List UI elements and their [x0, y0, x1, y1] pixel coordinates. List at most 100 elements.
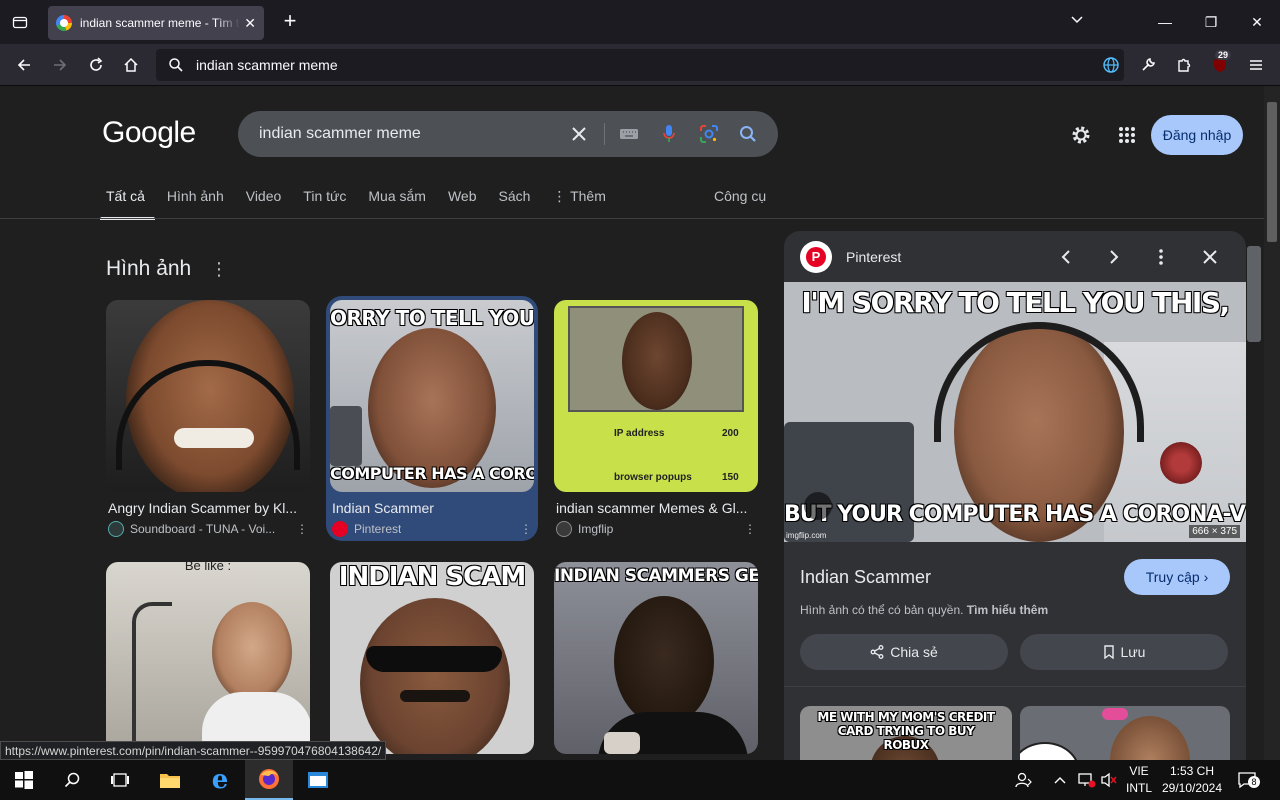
minimize-button[interactable]: — — [1142, 0, 1188, 44]
browser-tab[interactable]: indian scammer meme - Tìm trên Google ✕ — [48, 6, 264, 40]
result-title[interactable]: indian scammer Memes & Gl... — [556, 500, 756, 516]
image-result-5[interactable]: INDIAN SCAM — [330, 562, 534, 754]
google-logo[interactable]: Google — [102, 116, 196, 150]
menu-hamburger-icon[interactable] — [1244, 53, 1268, 77]
more-vert-icon[interactable] — [1149, 245, 1173, 269]
notification-count: 8 — [1248, 776, 1260, 788]
forward-arrow-icon[interactable] — [48, 53, 72, 77]
image-result-4[interactable]: Be like : — [106, 562, 310, 754]
task-view-icon[interactable] — [96, 760, 144, 800]
image-result-2[interactable]: ORRY TO TELL YOU TH COMPUTER HAS A CORON… — [330, 300, 534, 537]
start-windows-icon[interactable] — [0, 760, 48, 800]
tab-list-icon[interactable] — [8, 10, 32, 34]
panel-title[interactable]: Indian Scammer — [800, 567, 931, 588]
search-input[interactable]: indian scammer meme — [238, 111, 778, 157]
panel-divider — [784, 686, 1246, 687]
input-language[interactable]: VIE INTL — [1124, 763, 1154, 797]
tab-videos[interactable]: Video — [246, 188, 282, 218]
search-icon[interactable] — [737, 123, 759, 145]
maximize-button[interactable]: ❐ — [1188, 0, 1234, 44]
close-tab-icon[interactable]: ✕ — [244, 15, 256, 32]
language-code: VIE — [1129, 764, 1149, 778]
header-divider — [0, 218, 1264, 219]
result-source[interactable]: Soundboard - TUNA - Voi... — [130, 522, 275, 536]
back-arrow-icon[interactable] — [12, 53, 36, 77]
close-panel-icon[interactable] — [1198, 245, 1222, 269]
tab-all[interactable]: Tất cả — [100, 188, 155, 220]
result-thumbnail[interactable]: ORRY TO TELL YOU TH COMPUTER HAS A CORON… — [330, 300, 534, 492]
image-dimensions: 666 × 375 — [1189, 525, 1240, 538]
save-button[interactable]: Lưu — [1020, 634, 1228, 670]
keyboard-icon[interactable] — [618, 123, 640, 145]
share-button[interactable]: Chia sẻ — [800, 634, 1008, 670]
more-options-icon[interactable]: ⋮ — [296, 522, 308, 536]
image-result-3[interactable]: IP address 200 browser popups 150 indian… — [554, 300, 758, 537]
system-clock[interactable]: 1:53 CH 29/10/2024 — [1157, 763, 1227, 797]
tab-more[interactable]: ⋮ Thêm — [552, 188, 605, 218]
page-scrollbar[interactable] — [1264, 86, 1280, 760]
panel-scrollbar[interactable] — [1246, 232, 1262, 760]
search-icon[interactable] — [48, 760, 96, 800]
reload-icon[interactable] — [84, 53, 108, 77]
app-window-icon[interactable] — [294, 760, 342, 800]
section-more-icon[interactable]: ⋮ — [210, 260, 228, 280]
related-image-2[interactable] — [1020, 706, 1230, 760]
lens-search-icon[interactable] — [804, 492, 832, 520]
tab-web[interactable]: Web — [448, 188, 477, 218]
result-source[interactable]: Pinterest — [354, 522, 401, 536]
network-icon[interactable] — [1076, 770, 1096, 790]
address-bar[interactable]: indian scammer meme — [156, 49, 1124, 81]
learn-more-link[interactable]: Tìm hiểu thêm — [967, 603, 1048, 617]
next-arrow-icon[interactable] — [1102, 245, 1126, 269]
pinterest-logo-icon[interactable]: P — [800, 240, 832, 273]
keyboard-layout: INTL — [1125, 781, 1152, 795]
thumb-stat-label-2: browser popups — [614, 472, 692, 483]
more-options-icon[interactable]: ⋮ — [520, 522, 532, 536]
apps-grid-icon[interactable] — [1115, 123, 1139, 147]
microphone-icon[interactable] — [658, 123, 680, 145]
result-thumbnail[interactable] — [106, 300, 310, 492]
translate-globe-icon[interactable] — [1102, 56, 1120, 79]
panel-source[interactable]: Pinterest — [846, 249, 901, 265]
tab-news[interactable]: Tin tức — [303, 188, 346, 218]
firefox-icon[interactable] — [245, 760, 293, 800]
tools-button[interactable]: Công cụ — [714, 188, 766, 204]
chevron-up-icon[interactable] — [1053, 770, 1067, 790]
extensions-puzzle-icon[interactable] — [1172, 53, 1196, 77]
internet-explorer-icon[interactable]: e — [196, 760, 244, 800]
more-options-icon[interactable]: ⋮ — [744, 522, 756, 536]
result-thumbnail[interactable]: INDIAN SCAM — [330, 562, 534, 754]
google-favicon-icon — [56, 15, 72, 31]
people-icon[interactable] — [1015, 770, 1033, 790]
result-title[interactable]: Angry Indian Scammer by Kl... — [108, 500, 308, 516]
home-icon[interactable] — [119, 53, 143, 77]
related-image-1[interactable]: ME WITH MY MOM'S CREDIT CARD TRYING TO B… — [800, 706, 1012, 760]
notifications-icon[interactable]: 8 — [1238, 770, 1260, 790]
tab-books[interactable]: Sách — [499, 188, 531, 218]
save-label: Lưu — [1120, 644, 1146, 660]
close-window-button[interactable]: ✕ — [1234, 0, 1280, 44]
search-query[interactable]: indian scammer meme — [259, 125, 421, 143]
google-lens-icon[interactable] — [698, 123, 720, 145]
result-thumbnail[interactable]: IP address 200 browser popups 150 — [554, 300, 758, 492]
settings-gear-icon[interactable] — [1069, 123, 1093, 147]
result-source[interactable]: Imgflip — [578, 522, 613, 536]
chevron-down-icon[interactable] — [1070, 12, 1092, 32]
image-result-1[interactable]: Angry Indian Scammer by Kl... Soundboard… — [106, 300, 310, 537]
thumb-caption: INDIAN SCAMMERS GETTIN — [554, 566, 758, 586]
previous-arrow-icon[interactable] — [1054, 245, 1078, 269]
result-title[interactable]: Indian Scammer — [332, 500, 532, 516]
file-explorer-icon[interactable] — [146, 760, 194, 800]
preview-image[interactable]: I'M SORRY TO TELL YOU THIS, BUT YOUR COM… — [784, 282, 1246, 542]
clear-icon[interactable] — [568, 123, 590, 145]
tab-shopping[interactable]: Mua sắm — [368, 188, 426, 218]
new-tab-button[interactable]: + — [278, 10, 302, 34]
result-thumbnail[interactable]: Be like : — [106, 562, 310, 754]
result-thumbnail[interactable]: INDIAN SCAMMERS GETTIN — [554, 562, 758, 754]
image-result-6[interactable]: INDIAN SCAMMERS GETTIN — [554, 562, 758, 754]
visit-button[interactable]: Truy cập › — [1124, 559, 1230, 595]
tab-images[interactable]: Hình ảnh — [167, 188, 224, 218]
wrench-icon[interactable] — [1136, 53, 1160, 77]
volume-muted-icon[interactable] — [1100, 770, 1118, 790]
sign-in-button[interactable]: Đăng nhập — [1151, 115, 1243, 155]
